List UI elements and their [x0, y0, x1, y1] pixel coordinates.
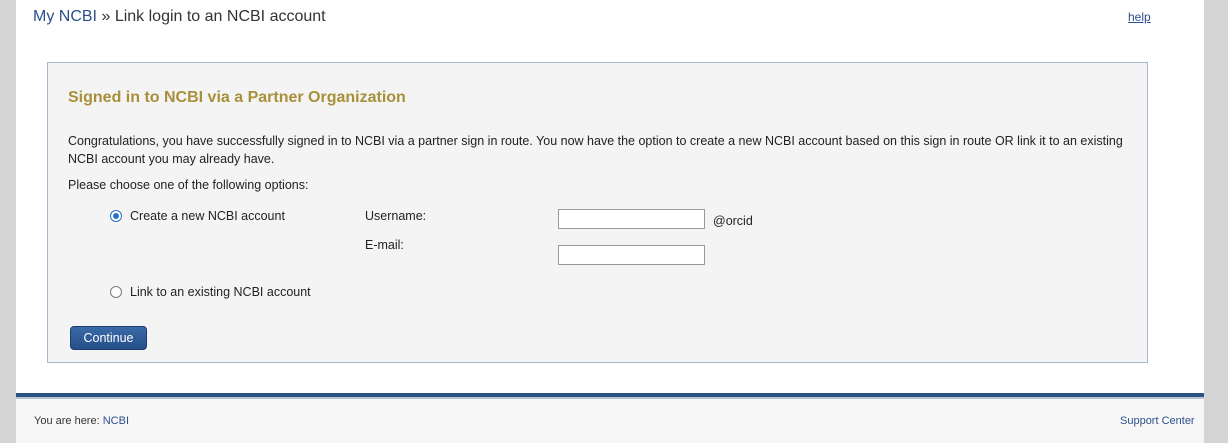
help-link[interactable]: help [1128, 10, 1151, 24]
link-account-radio[interactable] [110, 286, 122, 298]
you-are-here-ncbi-link[interactable]: NCBI [103, 415, 129, 427]
continue-button[interactable]: Continue [70, 326, 147, 350]
email-input[interactable] [558, 245, 705, 265]
breadcrumb: My NCBI » Link login to an NCBI account [33, 8, 326, 26]
you-are-here-label: You are here: [34, 415, 100, 427]
choose-options-label: Please choose one of the following optio… [68, 178, 309, 192]
create-account-label: Create a new NCBI account [130, 209, 285, 223]
link-account-label: Link to an existing NCBI account [130, 285, 311, 299]
breadcrumb-my-ncbi-link[interactable]: My NCBI [33, 8, 97, 25]
panel-title: Signed in to NCBI via a Partner Organiza… [68, 89, 406, 106]
option-create-account[interactable]: Create a new NCBI account [110, 209, 285, 223]
create-account-radio[interactable] [110, 210, 122, 222]
breadcrumb-current: Link login to an NCBI account [114, 8, 326, 25]
support-center-link[interactable]: Support Center [1120, 415, 1195, 427]
intro-text: Congratulations, you have successfully s… [68, 134, 1123, 166]
username-input[interactable] [558, 209, 705, 229]
footer: You are here: NCBI Support Center [16, 399, 1204, 443]
page-container: My NCBI » Link login to an NCBI account … [16, 0, 1204, 443]
orcid-suffix: @orcid [713, 214, 753, 228]
you-are-here: You are here: NCBI [34, 415, 129, 427]
username-label: Username: [365, 209, 427, 223]
partner-signin-panel: Signed in to NCBI via a Partner Organiza… [47, 62, 1148, 363]
email-label: E-mail: [365, 238, 404, 252]
breadcrumb-separator: » [101, 8, 111, 25]
option-link-account[interactable]: Link to an existing NCBI account [110, 285, 311, 299]
